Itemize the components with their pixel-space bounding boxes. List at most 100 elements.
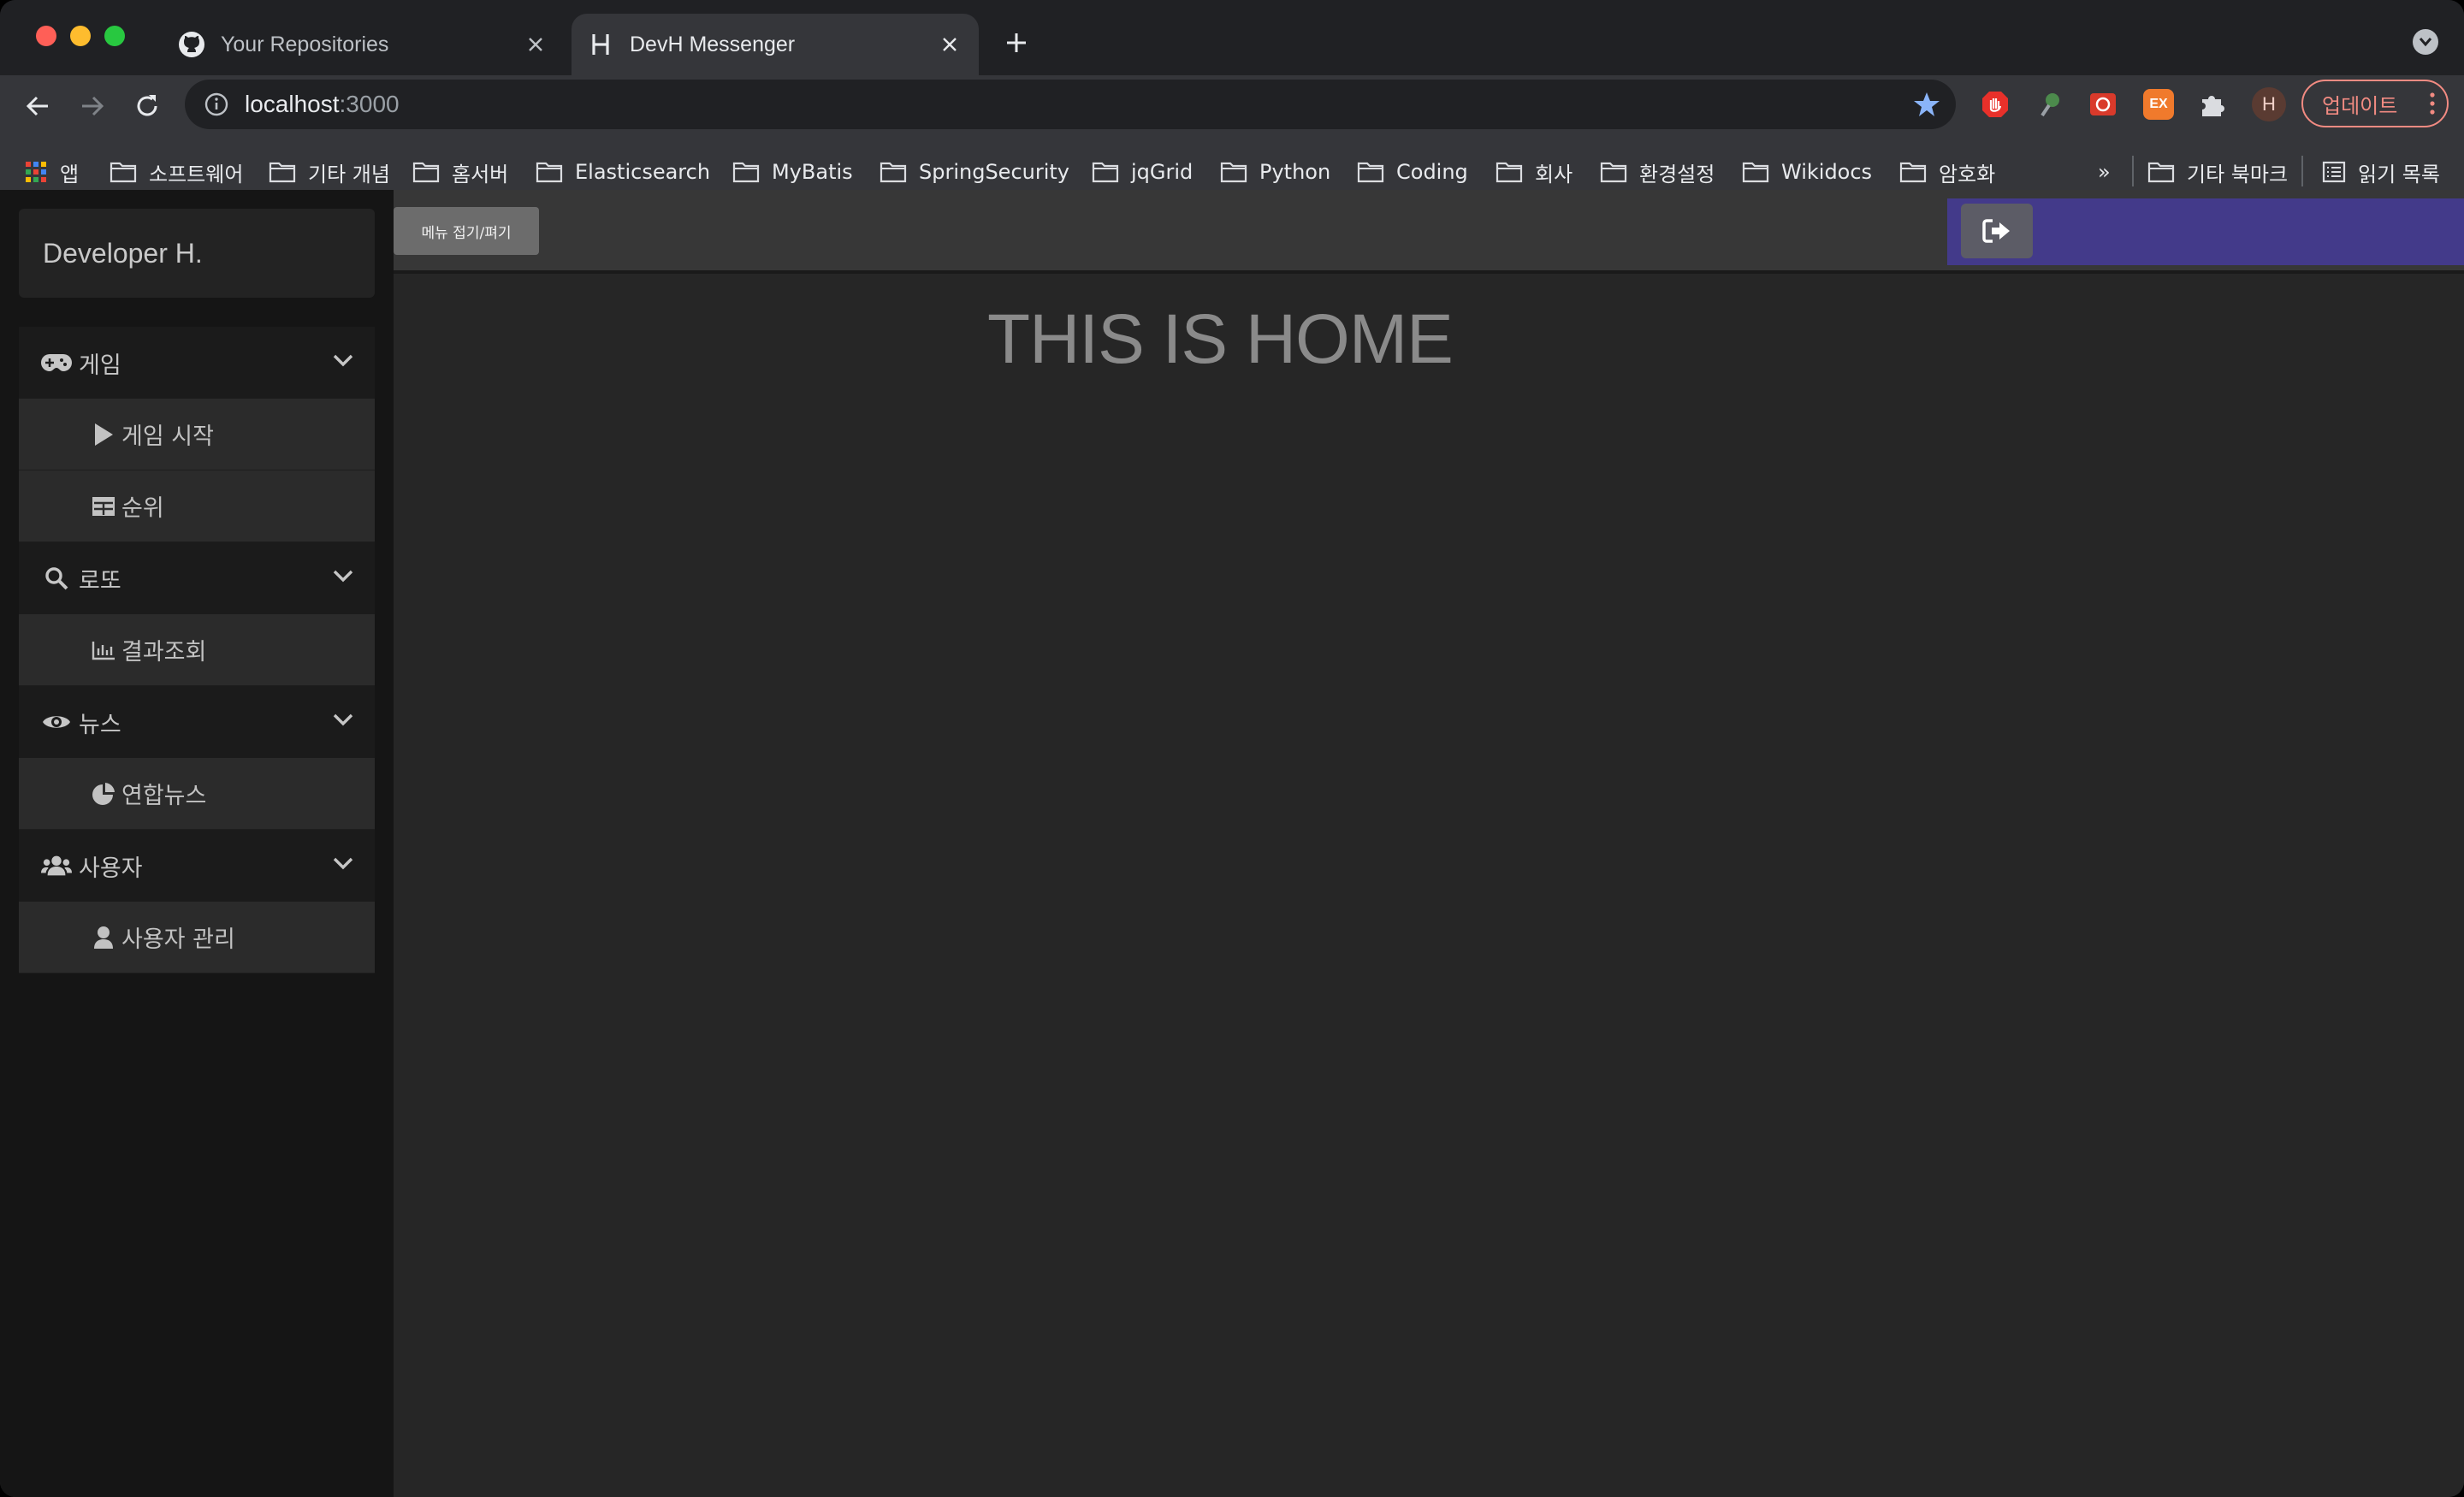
- tab-your-repositories[interactable]: Your Repositories: [163, 14, 565, 75]
- sidebar-item-label: 게임 시작: [121, 423, 214, 450]
- apps-grid-icon: [26, 162, 46, 182]
- tab-devh-messenger[interactable]: DevH Messenger: [572, 14, 979, 75]
- bookmark-folder[interactable]: jqGrid: [1092, 157, 1193, 186]
- bookmark-other[interactable]: 기타 북마크: [2147, 157, 2288, 186]
- bookmark-folder[interactable]: 소프트웨어: [110, 157, 243, 186]
- back-button[interactable]: [19, 87, 56, 125]
- sidebar-menu: 게임게임 시작순위로또결과조회뉴스연합뉴스사용자사용자 관리: [19, 327, 375, 973]
- folder-icon: [1092, 162, 1119, 183]
- bookmark-folder[interactable]: 환경설정: [1600, 157, 1715, 186]
- bookmark-folder[interactable]: Python: [1220, 157, 1330, 186]
- folder-icon: [880, 162, 907, 183]
- info-icon[interactable]: [204, 92, 229, 117]
- bookmark-overflow-button[interactable]: »: [2098, 157, 2111, 186]
- sidebar-group-eye[interactable]: 뉴스: [19, 686, 375, 758]
- bookmark-folder[interactable]: 기타 개념: [269, 157, 390, 186]
- folder-icon: [536, 162, 563, 183]
- adblock-icon[interactable]: [1980, 89, 2011, 120]
- reload-button[interactable]: [128, 87, 166, 125]
- pie-chart-icon: [91, 781, 116, 807]
- folder-icon: [269, 162, 296, 183]
- sidebar-group-gamepad[interactable]: 게임: [19, 327, 375, 399]
- folder-icon: [1357, 162, 1384, 183]
- sidebar-item[interactable]: 게임 시작: [19, 399, 375, 470]
- bookmark-folder[interactable]: Elasticsearch: [536, 157, 710, 186]
- sidebar-item[interactable]: 순위: [19, 470, 375, 542]
- sidebar-item[interactable]: 결과조회: [19, 614, 375, 686]
- sidebar-item-label: 연합뉴스: [121, 783, 207, 809]
- table-icon: [91, 494, 116, 519]
- close-window-button[interactable]: [36, 26, 56, 46]
- sidebar-group-label: 뉴스: [79, 711, 121, 738]
- folder-icon: [2147, 162, 2175, 183]
- address-bar[interactable]: localhost:3000: [185, 80, 1956, 129]
- bookmark-folder[interactable]: MyBatis: [732, 157, 853, 186]
- folder-icon: [412, 162, 440, 183]
- tab-strip: Your Repositories DevH Messenger: [0, 0, 2464, 75]
- more-menu-icon[interactable]: [2430, 92, 2435, 115]
- close-icon[interactable]: [518, 27, 553, 62]
- folder-icon: [1220, 162, 1247, 183]
- sidebar-item-label: 결과조회: [121, 639, 207, 666]
- github-icon: [178, 31, 205, 58]
- bookmark-folder[interactable]: SpringSecurity: [880, 157, 1069, 186]
- sidebar-item-label: 순위: [121, 495, 164, 522]
- dark-ext-icon[interactable]: [2035, 89, 2065, 120]
- gamepad-icon: [41, 350, 72, 376]
- new-tab-button[interactable]: [999, 26, 1034, 60]
- tab-search-icon[interactable]: [2413, 29, 2438, 55]
- h-favicon-icon: [587, 31, 614, 58]
- minimize-window-button[interactable]: [70, 26, 91, 46]
- sign-out-icon: [1982, 219, 2010, 243]
- main-content: 메뉴 접기/펴기 THIS IS HOME: [394, 190, 2464, 1497]
- chevron-down-icon[interactable]: [332, 349, 354, 371]
- ex-ext-icon[interactable]: EX: [2143, 89, 2174, 120]
- folder-icon: [110, 162, 137, 183]
- bookmark-apps[interactable]: 앱: [24, 157, 79, 186]
- users-icon: [41, 853, 72, 879]
- play-icon: [91, 422, 116, 447]
- eye-icon: [41, 709, 72, 735]
- url-text: localhost:3000: [245, 91, 400, 117]
- logout-button[interactable]: [1961, 204, 2033, 258]
- tab-title: Your Repositories: [221, 32, 389, 56]
- browser-window: Your Repositories DevH Messenger localho…: [0, 0, 2464, 1497]
- chevron-down-icon[interactable]: [332, 565, 354, 587]
- bookmark-folder[interactable]: 회사: [1496, 157, 1573, 186]
- folder-icon: [1899, 162, 1927, 183]
- browser-toolbar: localhost:3000 EX H 업데이트 앱 소프트웨어 기타 개념 홈…: [0, 75, 2464, 204]
- page-title: THIS IS HOME: [987, 300, 1454, 378]
- tab-title: DevH Messenger: [630, 32, 796, 56]
- profile-avatar[interactable]: H: [2252, 87, 2286, 121]
- sidebar-item[interactable]: 연합뉴스: [19, 758, 375, 830]
- brand-title[interactable]: Developer H.: [19, 209, 375, 298]
- sidebar-group-label: 로또: [79, 567, 121, 595]
- close-icon[interactable]: [933, 27, 967, 62]
- puzzle-icon[interactable]: [2197, 89, 2228, 120]
- bookmark-star-icon[interactable]: [1913, 91, 1940, 118]
- update-button[interactable]: 업데이트: [2301, 80, 2449, 127]
- chevron-down-icon[interactable]: [332, 708, 354, 731]
- folder-icon: [1600, 162, 1627, 183]
- forward-button[interactable]: [74, 87, 111, 125]
- user-icon: [91, 925, 116, 950]
- bookmark-folder[interactable]: 암호화: [1899, 157, 1995, 186]
- sidebar-group-label: 사용자: [79, 855, 143, 882]
- top-navbar: 메뉴 접기/펴기: [394, 190, 2464, 274]
- chevron-down-icon[interactable]: [332, 852, 354, 874]
- bookmark-folder[interactable]: Coding: [1357, 157, 1468, 186]
- sidebar-item[interactable]: 사용자 관리: [19, 902, 375, 973]
- folder-icon: [732, 162, 760, 183]
- reading-list-icon: [2322, 161, 2346, 183]
- sidebar-group-label: 게임: [79, 352, 121, 379]
- sidebar-group-search[interactable]: 로또: [19, 542, 375, 614]
- bookmark-folder[interactable]: 홈서버: [412, 157, 508, 186]
- red-ext-icon[interactable]: [2088, 89, 2118, 120]
- menu-toggle-button[interactable]: 메뉴 접기/펴기: [394, 207, 539, 255]
- sidebar: Developer H. 게임게임 시작순위로또결과조회뉴스연합뉴스사용자사용자…: [0, 190, 394, 1497]
- bookmark-folder[interactable]: Wikidocs: [1742, 157, 1872, 186]
- sidebar-group-users[interactable]: 사용자: [19, 830, 375, 902]
- maximize-window-button[interactable]: [104, 26, 125, 46]
- sidebar-item-label: 사용자 관리: [121, 926, 235, 953]
- reading-list-button[interactable]: 읽기 목록: [2322, 157, 2440, 186]
